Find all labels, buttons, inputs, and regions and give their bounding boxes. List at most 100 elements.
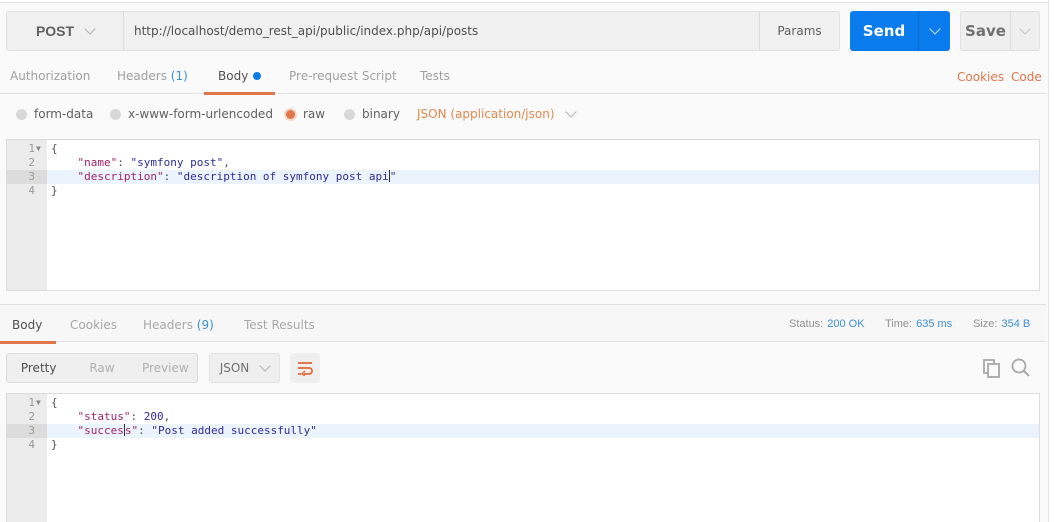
params-button[interactable]: Params: [759, 12, 839, 50]
copy-button[interactable]: [981, 357, 1003, 379]
response-status: Status: 200 OK: [789, 305, 865, 343]
chevron-down-icon: [259, 360, 271, 372]
time-value: 635 ms: [916, 318, 953, 330]
view-pretty-button[interactable]: Pretty: [7, 354, 70, 382]
headers-count: (1): [170, 69, 188, 83]
code-line-active: 3 "description": "description of symfony…: [7, 170, 1039, 184]
json-string: "symfony post": [130, 156, 224, 169]
send-options-dropdown[interactable]: [918, 11, 950, 51]
time-label: Time:: [885, 318, 913, 330]
response-tab-body[interactable]: Body: [0, 305, 57, 344]
radio-binary[interactable]: binary: [344, 102, 400, 126]
line-number: 3: [7, 424, 47, 438]
radio-circle-icon: [110, 108, 121, 120]
tab-label: Pre-request Script: [289, 69, 397, 83]
scrollbar-track[interactable]: [1048, 0, 1054, 522]
method-label: POST: [35, 23, 75, 39]
response-tab-test-results[interactable]: Test Results: [244, 305, 315, 343]
response-time: Time: 635 ms: [885, 305, 952, 343]
tab-tests[interactable]: Tests: [420, 58, 450, 94]
chevron-down-icon: [564, 106, 577, 118]
request-body-editor[interactable]: 1 ▼ { 2 "name": "symfony post", 3 "descr…: [6, 139, 1040, 291]
request-url-bar: POST Params: [6, 11, 840, 51]
json-key: s": [124, 424, 139, 437]
punctuation: ,: [223, 156, 230, 169]
chevron-down-icon: [84, 23, 96, 35]
save-button[interactable]: Save: [961, 12, 1010, 50]
response-body-viewer[interactable]: 1 ▼ { 2 "status": 200, 3 "success": "Pos…: [6, 393, 1040, 522]
view-preview-button[interactable]: Preview: [134, 354, 197, 382]
tab-authorization[interactable]: Authorization: [10, 58, 90, 94]
radio-circle-icon: [16, 108, 27, 120]
line-number: 1: [28, 396, 35, 409]
send-button-group: Send: [850, 11, 950, 51]
json-key: "description": [77, 170, 164, 183]
json-number: 200: [143, 410, 164, 423]
chevron-down-icon: [928, 23, 941, 35]
radio-x-www-form-urlencoded[interactable]: x-www-form-urlencoded: [110, 102, 273, 126]
tab-label: Cookies: [70, 318, 117, 332]
size-value: 354 B: [1001, 318, 1031, 330]
code-line: 2 "name": "symfony post",: [7, 156, 1039, 170]
copy-icon: [983, 359, 1000, 378]
method-select[interactable]: POST: [7, 12, 124, 50]
code-text: {: [51, 396, 58, 409]
headers-count: (9): [196, 318, 214, 332]
radio-label: x-www-form-urlencoded: [128, 107, 273, 121]
view-mode-segmented: Pretty Raw Preview: [6, 353, 198, 383]
wrap-lines-button[interactable]: [290, 353, 320, 383]
tab-pre-request-script[interactable]: Pre-request Script: [289, 58, 397, 94]
search-button[interactable]: [1010, 357, 1032, 379]
response-format-select[interactable]: JSON: [209, 353, 280, 383]
fold-arrow-icon[interactable]: ▼: [36, 142, 41, 156]
search-icon: [1011, 358, 1030, 377]
code-line: 1 ▼ {: [7, 396, 1039, 410]
tab-label: Headers: [117, 69, 167, 83]
save-options-dropdown[interactable]: [1010, 12, 1039, 50]
status-value: 200 OK: [827, 318, 865, 330]
code-text: }: [51, 438, 58, 451]
code-text: {: [51, 142, 58, 155]
radio-circle-icon: [344, 108, 355, 120]
size-label: Size:: [973, 318, 998, 330]
code-text: "status": 200,: [77, 410, 171, 423]
tab-label: Test Results: [244, 318, 315, 332]
line-number: 2: [28, 410, 35, 423]
send-button[interactable]: Send: [850, 11, 918, 51]
cookies-link[interactable]: Cookies: [957, 58, 1004, 94]
line-number: 1: [28, 142, 35, 155]
radio-form-data[interactable]: form-data: [16, 102, 93, 126]
radio-label: raw: [303, 107, 326, 121]
line-number: 3: [7, 170, 47, 184]
response-tab-cookies[interactable]: Cookies: [70, 305, 117, 343]
fold-arrow-icon[interactable]: ▼: [36, 396, 41, 410]
radio-raw[interactable]: raw: [285, 102, 325, 126]
json-key: "name": [77, 156, 118, 169]
json-key: "status": [77, 410, 131, 423]
url-input[interactable]: [124, 12, 759, 50]
content-type-select[interactable]: JSON (application/json): [417, 102, 577, 126]
json-string: "Post added successfully": [151, 424, 317, 437]
response-tab-headers[interactable]: Headers (9): [143, 305, 214, 343]
punctuation: ,: [163, 410, 171, 423]
line-number: 4: [28, 438, 35, 451]
chevron-down-icon: [1019, 23, 1031, 35]
request-tabs: Authorization Headers (1) Body Pre-reque…: [0, 58, 1046, 95]
tab-headers[interactable]: Headers (1): [117, 58, 188, 94]
status-label: Status:: [789, 318, 824, 330]
radio-label: binary: [362, 107, 400, 121]
code-link[interactable]: Code: [1011, 58, 1042, 94]
json-key: "succes: [77, 424, 124, 437]
wrap-lines-icon: [298, 362, 313, 376]
line-number: 4: [28, 184, 35, 197]
code-text: }: [51, 184, 58, 197]
content-type-label: JSON (application/json): [417, 107, 555, 121]
view-raw-button[interactable]: Raw: [70, 354, 133, 382]
tab-body[interactable]: Body: [203, 58, 276, 95]
body-mode-radios: form-data x-www-form-urlencoded raw bina…: [0, 102, 700, 126]
response-size: Size: 354 B: [973, 305, 1030, 343]
code-line: 2 "status": 200,: [7, 410, 1039, 424]
code-text: "success": "Post added successfully": [77, 424, 317, 437]
code-line-active: 3 "success": "Post added successfully": [7, 424, 1039, 438]
window-top-edge: [0, 0, 1054, 3]
